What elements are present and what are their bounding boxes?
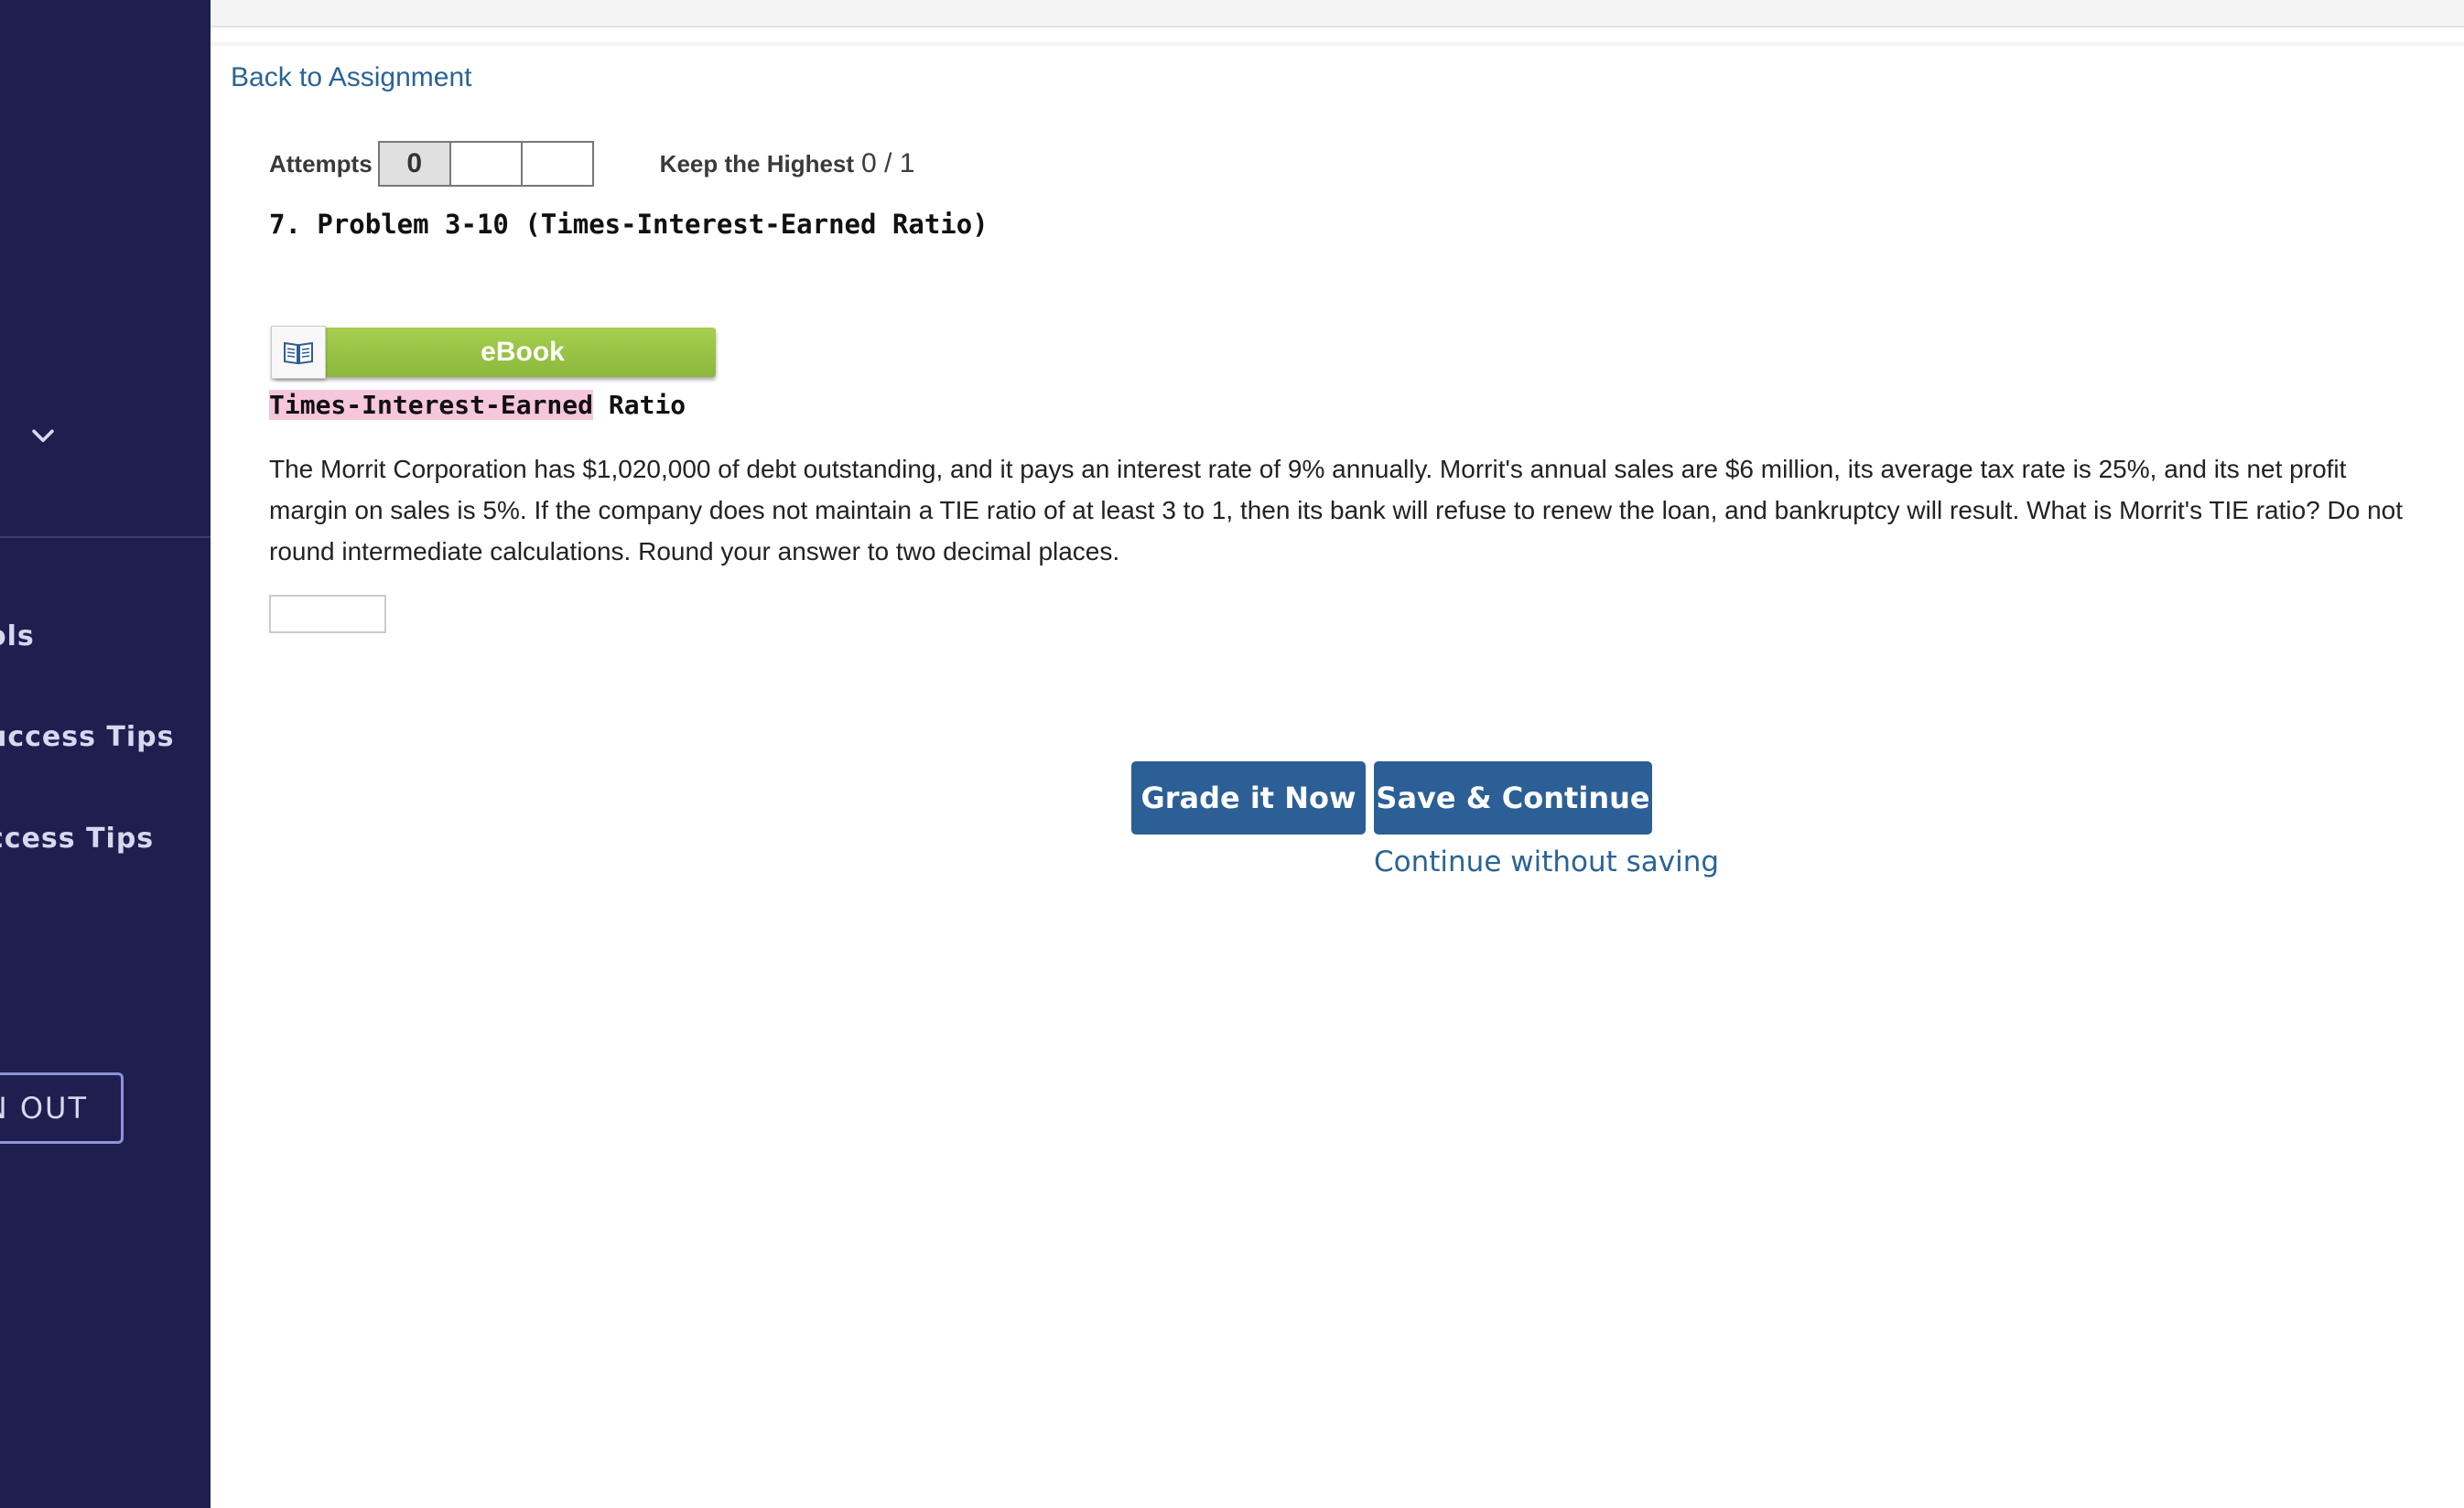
sidebar-item-tools[interactable]: ols bbox=[0, 620, 35, 652]
highlighted-term: Times-Interest-Earned bbox=[269, 390, 594, 420]
top-bar bbox=[211, 0, 2464, 27]
score-value: 0 / 1 bbox=[861, 148, 915, 178]
continue-without-saving-link[interactable]: Continue without saving bbox=[1374, 846, 1719, 878]
sign-out-button[interactable]: N OUT bbox=[0, 1072, 124, 1144]
attempts-row: Attempts 0 Keep the Highest 0 / 1 bbox=[269, 141, 914, 187]
grade-it-now-button[interactable]: Grade it Now bbox=[1131, 761, 1366, 835]
section-heading: Times-Interest-Earned Ratio bbox=[269, 390, 686, 420]
sidebar-item-success-tips-1[interactable]: uccess Tips bbox=[0, 721, 175, 753]
answer-input[interactable] bbox=[269, 595, 386, 633]
ebook-label: eBook bbox=[481, 337, 565, 367]
back-to-assignment-link[interactable]: Back to Assignment bbox=[231, 62, 471, 93]
section-heading-rest: Ratio bbox=[593, 390, 686, 420]
attempt-box-1: 0 bbox=[377, 141, 451, 187]
sidebar: ols uccess Tips ccess Tips N OUT bbox=[0, 0, 211, 1508]
problem-title: 7. Problem 3-10 (Times-Interest-Earned R… bbox=[269, 209, 989, 240]
top-divider bbox=[211, 42, 2464, 46]
attempts-label: Attempts bbox=[269, 149, 373, 178]
attempt-box-3 bbox=[520, 141, 594, 187]
book-icon bbox=[271, 326, 326, 379]
ebook-button[interactable]: eBook bbox=[271, 326, 716, 379]
problem-text: The Morrit Corporation has $1,020,000 of… bbox=[269, 455, 2403, 566]
chevron-down-icon[interactable] bbox=[27, 421, 59, 452]
attempt-box-2 bbox=[448, 141, 523, 187]
sidebar-divider bbox=[0, 536, 211, 538]
keep-highest-label: Keep the Highest bbox=[659, 149, 855, 178]
save-and-continue-button[interactable]: Save & Continue bbox=[1374, 761, 1652, 835]
sidebar-item-success-tips-2[interactable]: ccess Tips bbox=[0, 823, 154, 855]
